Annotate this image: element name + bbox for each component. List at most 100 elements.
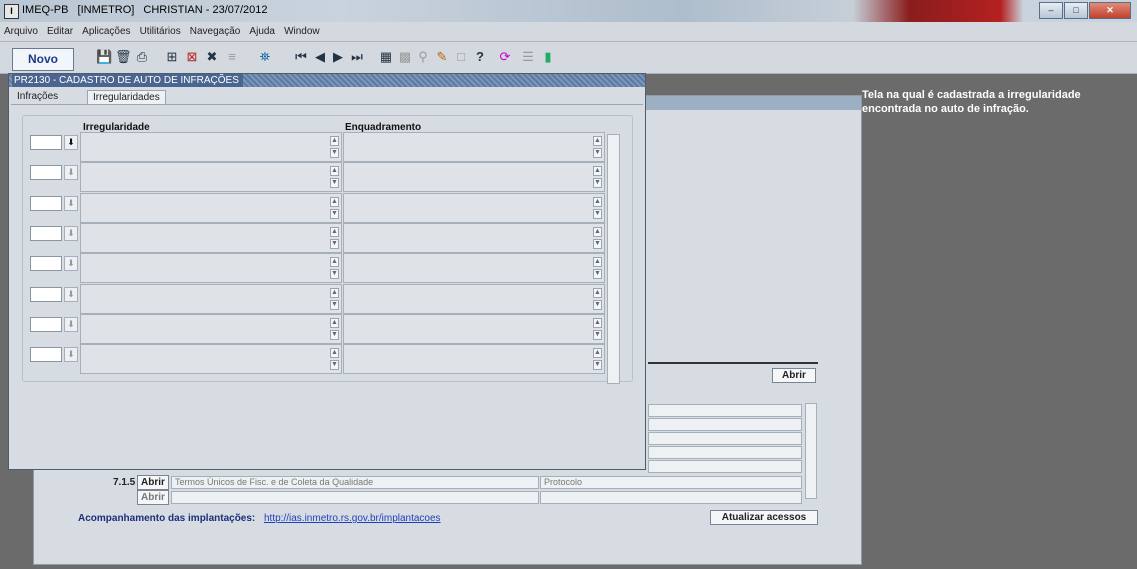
row-code-field[interactable]: [30, 286, 62, 302]
empty-protocol-field[interactable]: [540, 491, 802, 504]
row-irregularidade-field[interactable]: ▲ ▼: [80, 313, 342, 344]
menu-navegacao[interactable]: Navegação: [187, 22, 244, 42]
scroll-up-icon[interactable]: ▲: [330, 257, 339, 268]
row-lov-button[interactable]: ⬇: [64, 316, 78, 332]
row-irregularidade-field[interactable]: ▲ ▼: [80, 162, 342, 193]
save-icon[interactable]: 💾: [96, 49, 112, 65]
abrir-button-top[interactable]: Abrir: [772, 368, 816, 383]
row-code-field[interactable]: [30, 135, 62, 150]
row-irregularidade-field[interactable]: ▲ ▼: [80, 283, 342, 314]
scroll-up-icon[interactable]: ▲: [330, 196, 339, 207]
scroll-up-icon[interactable]: ▲: [330, 226, 339, 237]
scroll-down-icon[interactable]: ▼: [330, 269, 339, 280]
scroll-down-icon[interactable]: ▼: [330, 238, 339, 249]
menu-editar[interactable]: Editar: [44, 22, 76, 42]
row-enquadramento-field[interactable]: ▲ ▼: [343, 162, 605, 193]
scroll-down-icon[interactable]: ▼: [330, 360, 339, 371]
row-irregularidade-field[interactable]: ▲ ▼: [80, 222, 342, 253]
abrir-button-item[interactable]: Abrir: [137, 475, 169, 490]
row-lov-button[interactable]: ⬇: [64, 225, 78, 241]
scroll-up-icon[interactable]: ▲: [330, 136, 339, 146]
row-enquadramento-field[interactable]: ▲ ▼: [343, 283, 605, 314]
row-lov-button[interactable]: ⬇: [64, 256, 78, 272]
row-code-field[interactable]: [30, 347, 62, 363]
novo-button[interactable]: Novo: [12, 48, 74, 71]
first-record-icon[interactable]: ⏮: [293, 49, 309, 65]
row-irregularidade-field[interactable]: ▲ ▼: [80, 344, 342, 375]
scroll-down-icon[interactable]: ▼: [593, 269, 602, 280]
scroll-up-icon[interactable]: ▲: [593, 196, 602, 207]
atualizar-acessos-button[interactable]: Atualizar acessos: [710, 510, 818, 525]
bg-field[interactable]: [648, 460, 802, 473]
bg-field[interactable]: [648, 446, 802, 459]
query-icon[interactable]: ⛯: [250, 49, 280, 65]
menu-window[interactable]: Window: [281, 22, 323, 42]
scroll-up-icon[interactable]: ▲: [593, 287, 602, 298]
item-description-field[interactable]: Termos Únicos de Fisc. e de Coleta da Qu…: [171, 476, 539, 489]
scroll-up-icon[interactable]: ▲: [330, 166, 339, 177]
empty-description-field[interactable]: [171, 491, 539, 504]
abrir-button-empty[interactable]: Abrir: [137, 490, 169, 505]
scroll-up-icon[interactable]: ▲: [330, 287, 339, 298]
scroll-up-icon[interactable]: ▲: [593, 348, 602, 359]
scroll-up-icon[interactable]: ▲: [330, 317, 339, 328]
acompanhamento-link[interactable]: http://ias.inmetro.rs.gov.br/implantacoe…: [264, 513, 441, 524]
scroll-up-icon[interactable]: ▲: [593, 136, 602, 146]
scroll-down-icon[interactable]: ▼: [593, 178, 602, 189]
delete-record-icon[interactable]: ⊠: [184, 49, 200, 65]
bg-field[interactable]: [648, 404, 802, 417]
refresh-icon[interactable]: ⟳: [497, 49, 513, 65]
menu-utilitarios[interactable]: Utilitários: [137, 22, 184, 42]
minimize-button[interactable]: –: [1039, 2, 1063, 19]
row-code-field[interactable]: [30, 225, 62, 241]
next-record-icon[interactable]: ▶: [330, 49, 346, 65]
row-enquadramento-field[interactable]: ▲ ▼: [343, 313, 605, 344]
delete-icon[interactable]: 🗑: [115, 49, 132, 65]
tab-irregularidades[interactable]: Irregularidades: [87, 90, 166, 105]
scroll-down-icon[interactable]: ▼: [593, 208, 602, 219]
scroll-down-icon[interactable]: ▼: [593, 238, 602, 249]
maximize-button[interactable]: □: [1064, 2, 1088, 19]
row-enquadramento-field[interactable]: ▲ ▼: [343, 344, 605, 375]
row-lov-button[interactable]: ⬇: [64, 347, 78, 363]
help-icon[interactable]: ?: [472, 49, 488, 65]
menu-arquivo[interactable]: Arquivo: [0, 22, 41, 42]
rows-scrollbar[interactable]: [607, 134, 620, 384]
row-enquadramento-field[interactable]: ▲ ▼: [343, 253, 605, 284]
scroll-down-icon[interactable]: ▼: [593, 329, 602, 340]
row-lov-button[interactable]: ⬇: [64, 135, 78, 150]
scroll-up-icon[interactable]: ▲: [593, 226, 602, 237]
row-code-field[interactable]: [30, 256, 62, 272]
scroll-up-icon[interactable]: ▲: [593, 317, 602, 328]
close-button[interactable]: ✕: [1089, 2, 1131, 19]
previous-record-icon[interactable]: ◀: [312, 49, 328, 65]
row-code-field[interactable]: [30, 165, 62, 181]
row-irregularidade-field[interactable]: ▲ ▼: [80, 253, 342, 284]
scroll-down-icon[interactable]: ▼: [330, 299, 339, 310]
scroll-down-icon[interactable]: ▼: [593, 360, 602, 371]
scroll-up-icon[interactable]: ▲: [330, 348, 339, 359]
row-irregularidade-field[interactable]: ▲ ▼: [80, 192, 342, 223]
clear-icon[interactable]: ✖: [204, 49, 220, 65]
row-irregularidade-field[interactable]: ▲ ▼: [80, 132, 342, 162]
bg-scrollbar[interactable]: [805, 403, 817, 499]
bg-field[interactable]: [648, 432, 802, 445]
print-icon[interactable]: ⎙: [134, 49, 150, 65]
row-code-field[interactable]: [30, 316, 62, 332]
scroll-up-icon[interactable]: ▲: [593, 166, 602, 177]
scroll-down-icon[interactable]: ▼: [330, 178, 339, 189]
row-enquadramento-field[interactable]: ▲ ▼: [343, 192, 605, 223]
scroll-down-icon[interactable]: ▼: [330, 148, 339, 158]
scroll-down-icon[interactable]: ▼: [593, 299, 602, 310]
calculator-icon[interactable]: ▦: [378, 49, 394, 65]
bg-field[interactable]: [648, 418, 802, 431]
scroll-up-icon[interactable]: ▲: [593, 257, 602, 268]
row-lov-button[interactable]: ⬇: [64, 286, 78, 302]
scroll-down-icon[interactable]: ▼: [330, 208, 339, 219]
exit-icon[interactable]: ▮: [540, 49, 556, 65]
row-lov-button[interactable]: ⬇: [64, 195, 78, 211]
menu-ajuda[interactable]: Ajuda: [246, 22, 278, 42]
item-protocol-field[interactable]: Protocolo: [540, 476, 802, 489]
row-enquadramento-field[interactable]: ▲ ▼: [343, 132, 605, 162]
row-code-field[interactable]: [30, 195, 62, 211]
